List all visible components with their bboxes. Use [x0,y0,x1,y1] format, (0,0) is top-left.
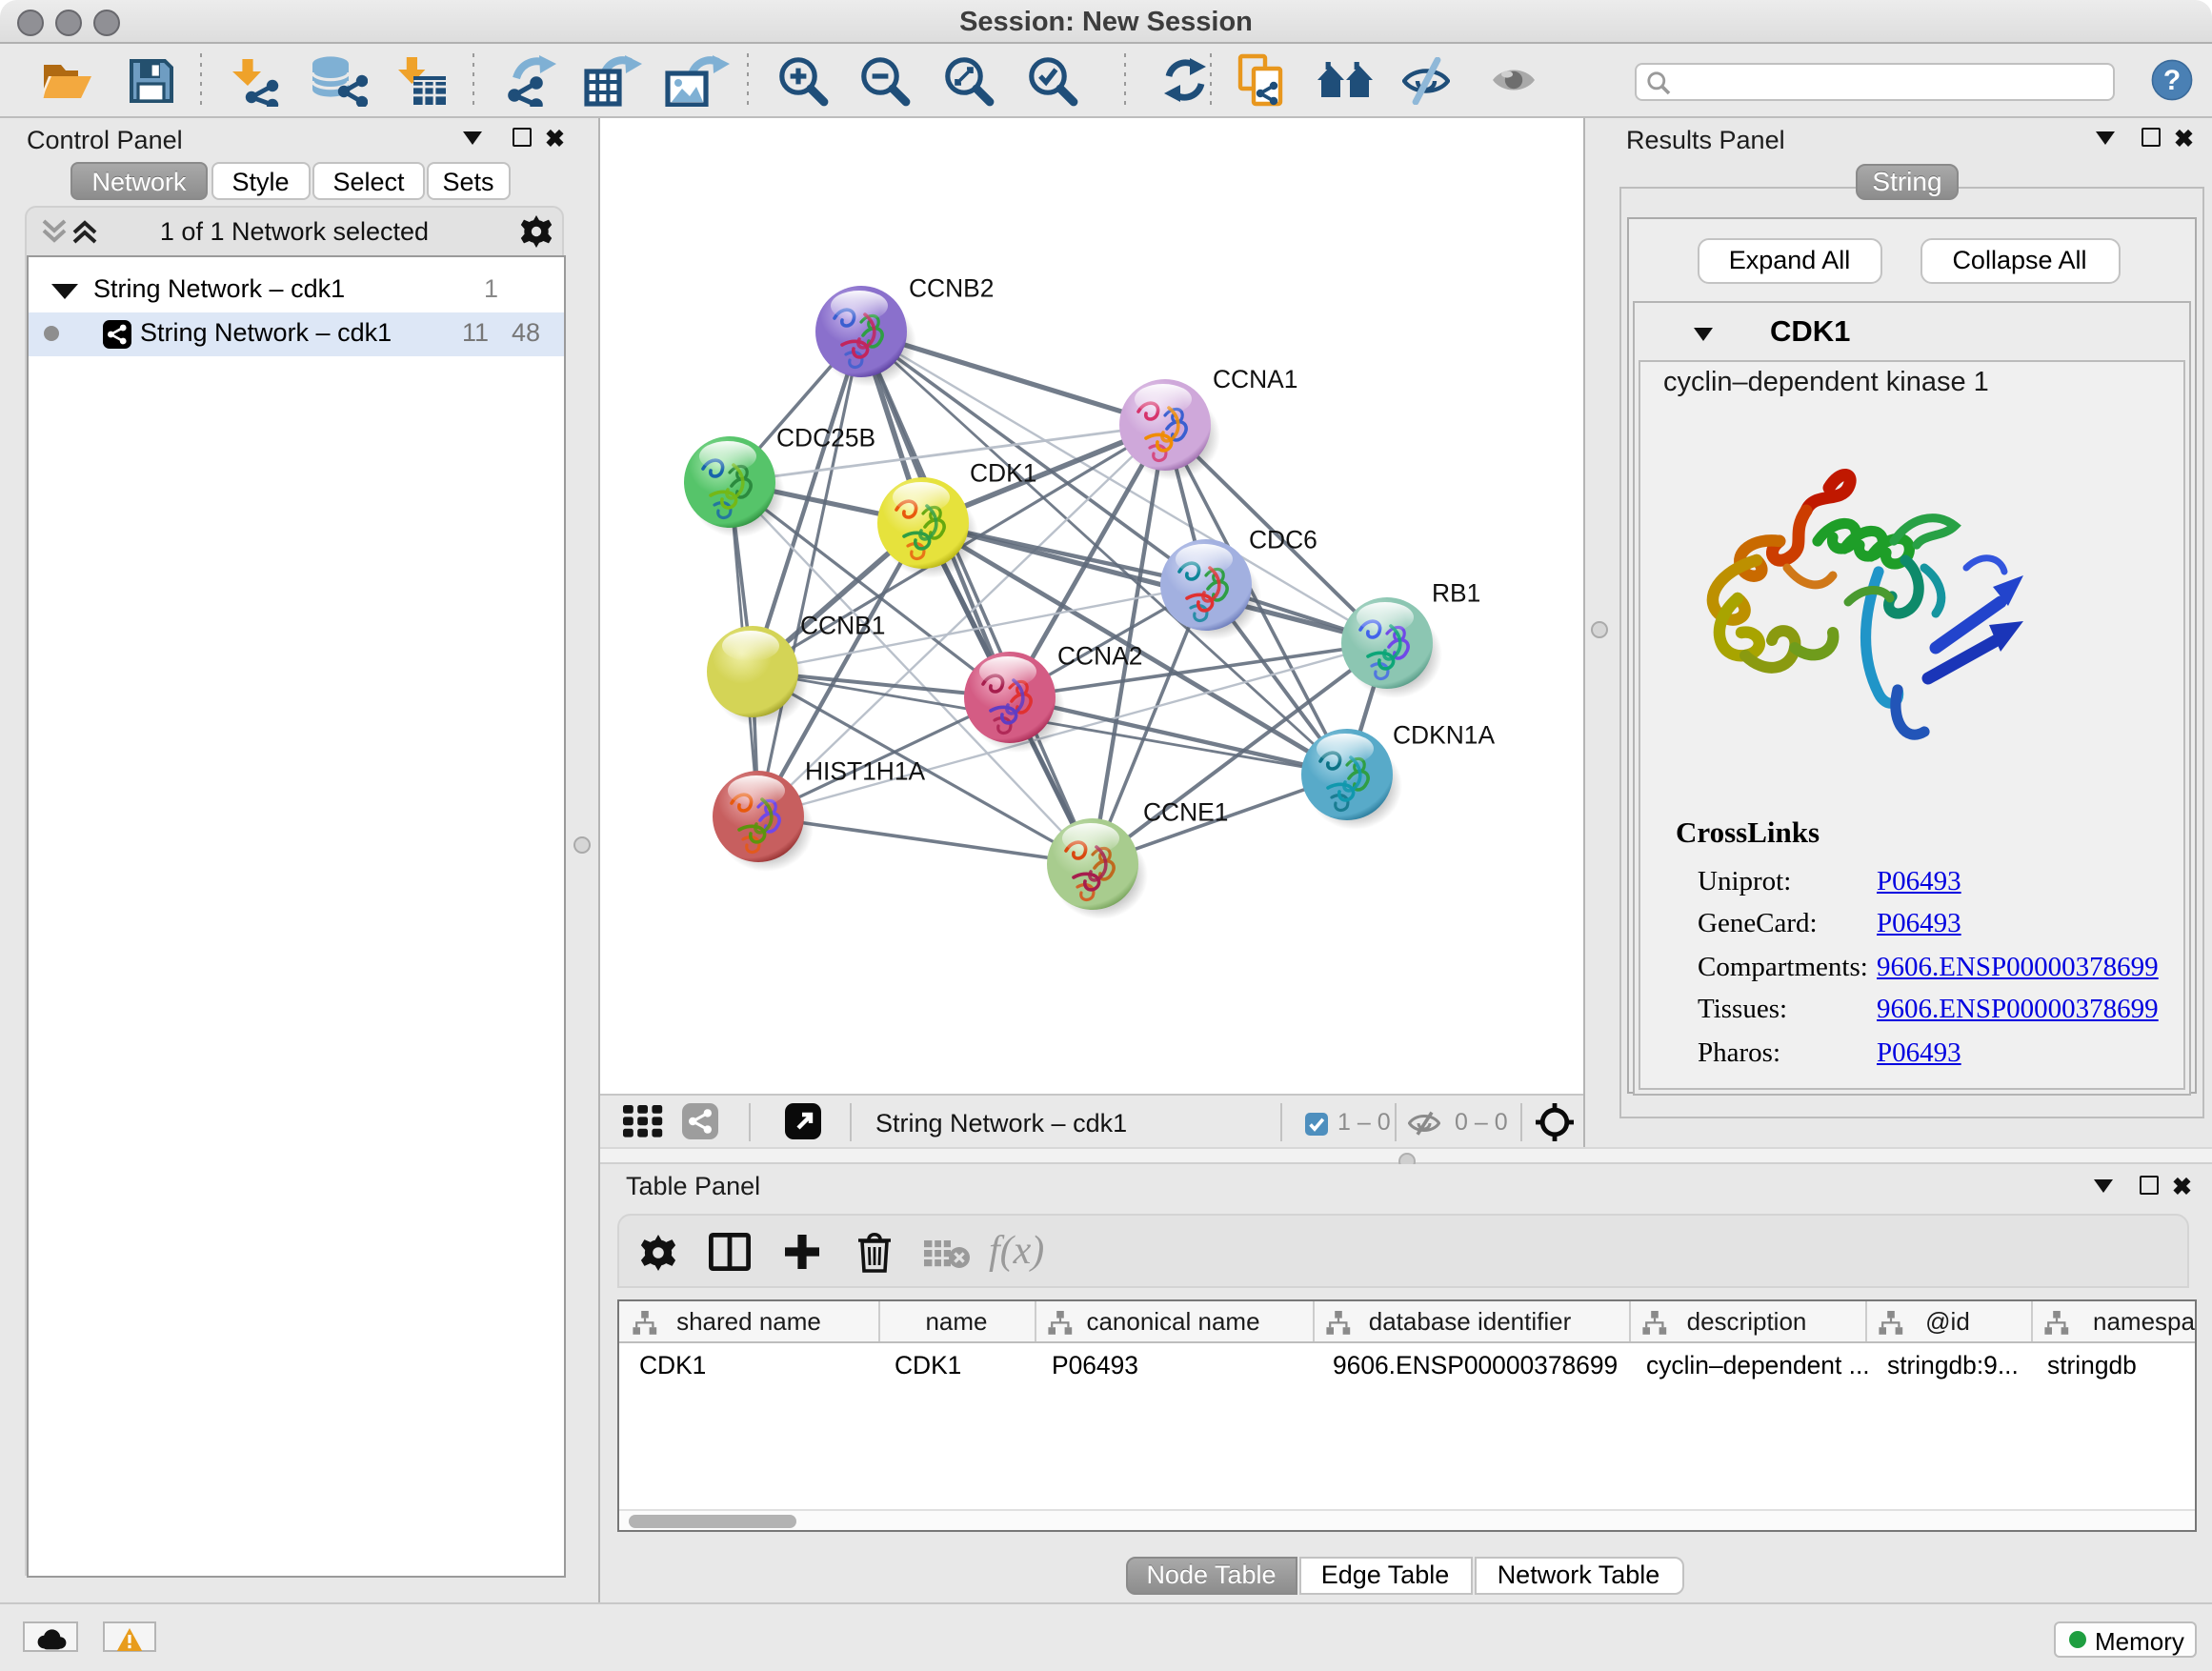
svg-text:RB1: RB1 [1432,578,1480,607]
svg-text:HIST1H1A: HIST1H1A [805,756,926,785]
svg-text:?: ? [2163,65,2181,96]
svg-text:CCNA2: CCNA2 [1057,641,1142,670]
svg-text:CDC6: CDC6 [1249,525,1317,554]
svg-text:CCNB2: CCNB2 [909,273,994,302]
svg-text:CDC25B: CDC25B [776,423,875,452]
svg-text:CDK1: CDK1 [970,458,1036,487]
svg-text:CCNE1: CCNE1 [1143,797,1228,826]
svg-text:CCNB1: CCNB1 [800,611,885,639]
svg-text:CDKN1A: CDKN1A [1393,720,1495,749]
svg-text:CCNA1: CCNA1 [1213,365,1297,393]
